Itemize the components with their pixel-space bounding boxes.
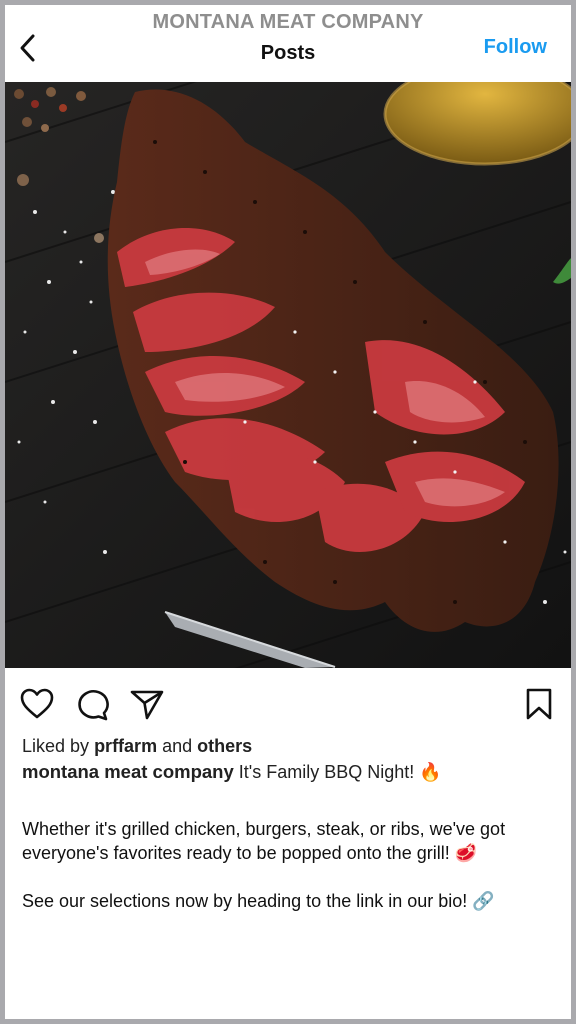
caption-first-line: It's Family BBQ Night! 🔥: [238, 762, 442, 782]
caption-header: montana meat company It's Family BBQ Nig…: [22, 761, 562, 783]
like-button[interactable]: [19, 686, 55, 722]
steak-photo: [5, 82, 571, 668]
likes-and: and: [162, 736, 193, 756]
caption-paragraph: See our selections now by heading to the…: [22, 891, 495, 911]
caption-body: Whether it's grilled chicken, burgers, s…: [22, 817, 560, 937]
share-button[interactable]: [129, 686, 165, 722]
save-button[interactable]: [521, 686, 557, 722]
top-bar: MONTANA MEAT COMPANY Posts Follow: [5, 5, 571, 82]
likes-prefix: Liked by: [22, 736, 90, 756]
follow-button[interactable]: Follow: [484, 36, 547, 59]
likes-others-link[interactable]: others: [197, 736, 252, 756]
send-icon: [130, 690, 164, 720]
post-image[interactable]: [5, 82, 571, 668]
caption-paragraph: Whether it's grilled chicken, burgers, s…: [22, 819, 506, 863]
app-frame: MONTANA MEAT COMPANY Posts Follow Liked …: [5, 5, 571, 1019]
post-actions: [5, 668, 571, 734]
heart-icon: [20, 688, 54, 719]
comment-icon: [78, 690, 109, 721]
liked-user-link[interactable]: prffarm: [94, 736, 157, 756]
bookmark-icon: [526, 688, 552, 720]
comment-button[interactable]: [74, 686, 110, 722]
account-name-header: MONTANA MEAT COMPANY: [152, 11, 424, 33]
likes-line: Liked by prffarm and others: [22, 736, 252, 757]
username-link[interactable]: montana meat company: [22, 761, 234, 782]
